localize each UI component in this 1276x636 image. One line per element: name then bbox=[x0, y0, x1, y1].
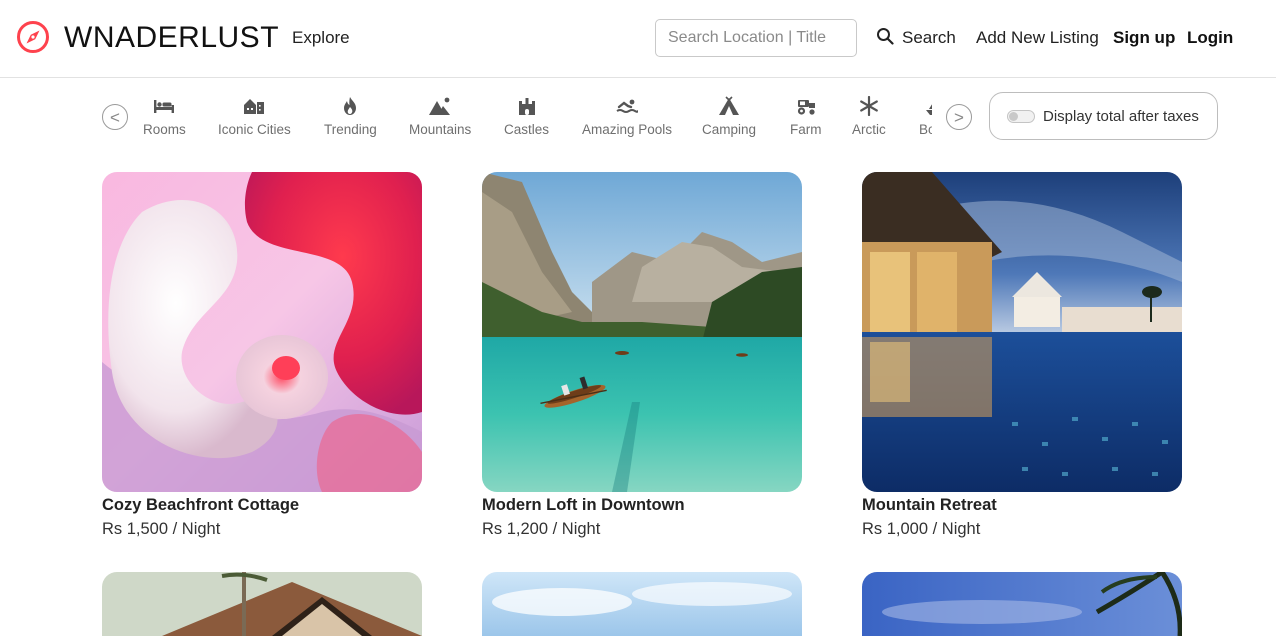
fire-icon bbox=[338, 94, 362, 118]
filter-label: Trending bbox=[324, 122, 377, 137]
listing-card[interactable] bbox=[102, 572, 422, 636]
filter-label: Camping bbox=[702, 122, 757, 137]
swimmer-icon bbox=[615, 94, 639, 118]
tractor-icon bbox=[794, 94, 818, 118]
filter-arctic[interactable]: Arctic bbox=[852, 94, 886, 144]
filters-next-button[interactable]: > bbox=[946, 104, 972, 130]
search-input[interactable] bbox=[655, 19, 857, 57]
toggle-knob bbox=[1009, 111, 1018, 121]
listing-image[interactable] bbox=[482, 572, 802, 636]
filter-label: Amazing Pools bbox=[582, 122, 673, 137]
login-link[interactable]: Login bbox=[1187, 28, 1233, 48]
filter-label: Arctic bbox=[852, 122, 886, 137]
filters-prev-button[interactable]: < bbox=[102, 104, 128, 130]
mountain-icon bbox=[428, 94, 452, 118]
signup-link[interactable]: Sign up bbox=[1113, 28, 1175, 48]
bed-icon bbox=[152, 94, 176, 118]
listing-price: Rs 1,500 / Night bbox=[102, 520, 221, 538]
listing-image[interactable] bbox=[862, 572, 1182, 636]
listing-image[interactable] bbox=[102, 572, 422, 636]
filter-rooms[interactable]: Rooms bbox=[143, 94, 186, 144]
tax-toggle-label: Display total after taxes bbox=[1043, 107, 1199, 125]
tax-toggle[interactable]: Display total after taxes bbox=[989, 92, 1218, 140]
city-icon bbox=[242, 94, 266, 118]
filter-trending[interactable]: Trending bbox=[324, 94, 377, 144]
filter-farm[interactable]: Farm bbox=[790, 94, 822, 144]
filter-iconic-cities[interactable]: Iconic Cities bbox=[218, 94, 291, 144]
filter-label: Farm bbox=[790, 122, 822, 137]
listing-card[interactable]: Modern Loft in Downtown Rs 1,200 / Night bbox=[482, 172, 802, 539]
snowflake-icon bbox=[857, 94, 881, 118]
filter-mountains[interactable]: Mountains bbox=[409, 94, 471, 144]
listing-image[interactable] bbox=[862, 172, 1182, 492]
search-icon bbox=[876, 27, 894, 50]
listing-price: Rs 1,200 / Night bbox=[482, 520, 601, 538]
listing-price: Rs 1,000 / Night bbox=[862, 520, 981, 538]
listing-card[interactable] bbox=[862, 572, 1182, 636]
castle-icon bbox=[515, 94, 539, 118]
filter-boats[interactable]: Boats bbox=[919, 94, 932, 144]
compass-icon[interactable] bbox=[16, 20, 50, 54]
filter-label: Rooms bbox=[143, 122, 186, 137]
tent-icon bbox=[717, 94, 741, 118]
listing-title[interactable]: Cozy Beachfront Cottage bbox=[102, 495, 422, 515]
listing-card[interactable] bbox=[482, 572, 802, 636]
filter-label: Boats bbox=[919, 122, 932, 137]
search-button[interactable]: Search bbox=[876, 27, 956, 49]
listing-title[interactable]: Mountain Retreat bbox=[862, 495, 1182, 515]
filter-castles[interactable]: Castles bbox=[504, 94, 549, 144]
add-new-listing-link[interactable]: Add New Listing bbox=[976, 28, 1099, 48]
filter-label: Iconic Cities bbox=[218, 122, 291, 137]
search-button-label: Search bbox=[902, 28, 956, 47]
filter-label: Mountains bbox=[409, 122, 472, 137]
filters-bar: Rooms Iconic Cities Trending Mountains C… bbox=[132, 94, 932, 144]
filter-camping[interactable]: Camping bbox=[702, 94, 756, 144]
listing-image[interactable] bbox=[102, 172, 422, 492]
listing-title[interactable]: Modern Loft in Downtown bbox=[482, 495, 802, 515]
boat-icon bbox=[924, 94, 932, 118]
filter-amazing-pools[interactable]: Amazing Pools bbox=[582, 94, 672, 144]
filter-label: Castles bbox=[504, 122, 550, 137]
listing-card[interactable]: Cozy Beachfront Cottage Rs 1,500 / Night bbox=[102, 172, 422, 539]
navbar: WNADERLUST Explore Search Add New Listin… bbox=[0, 0, 1276, 78]
tax-toggle-switch[interactable] bbox=[1007, 109, 1035, 123]
listing-image[interactable] bbox=[482, 172, 802, 492]
brand-name[interactable]: WNADERLUST bbox=[64, 20, 279, 56]
listing-card[interactable]: Mountain Retreat Rs 1,000 / Night bbox=[862, 172, 1182, 539]
nav-explore-link[interactable]: Explore bbox=[292, 28, 350, 48]
